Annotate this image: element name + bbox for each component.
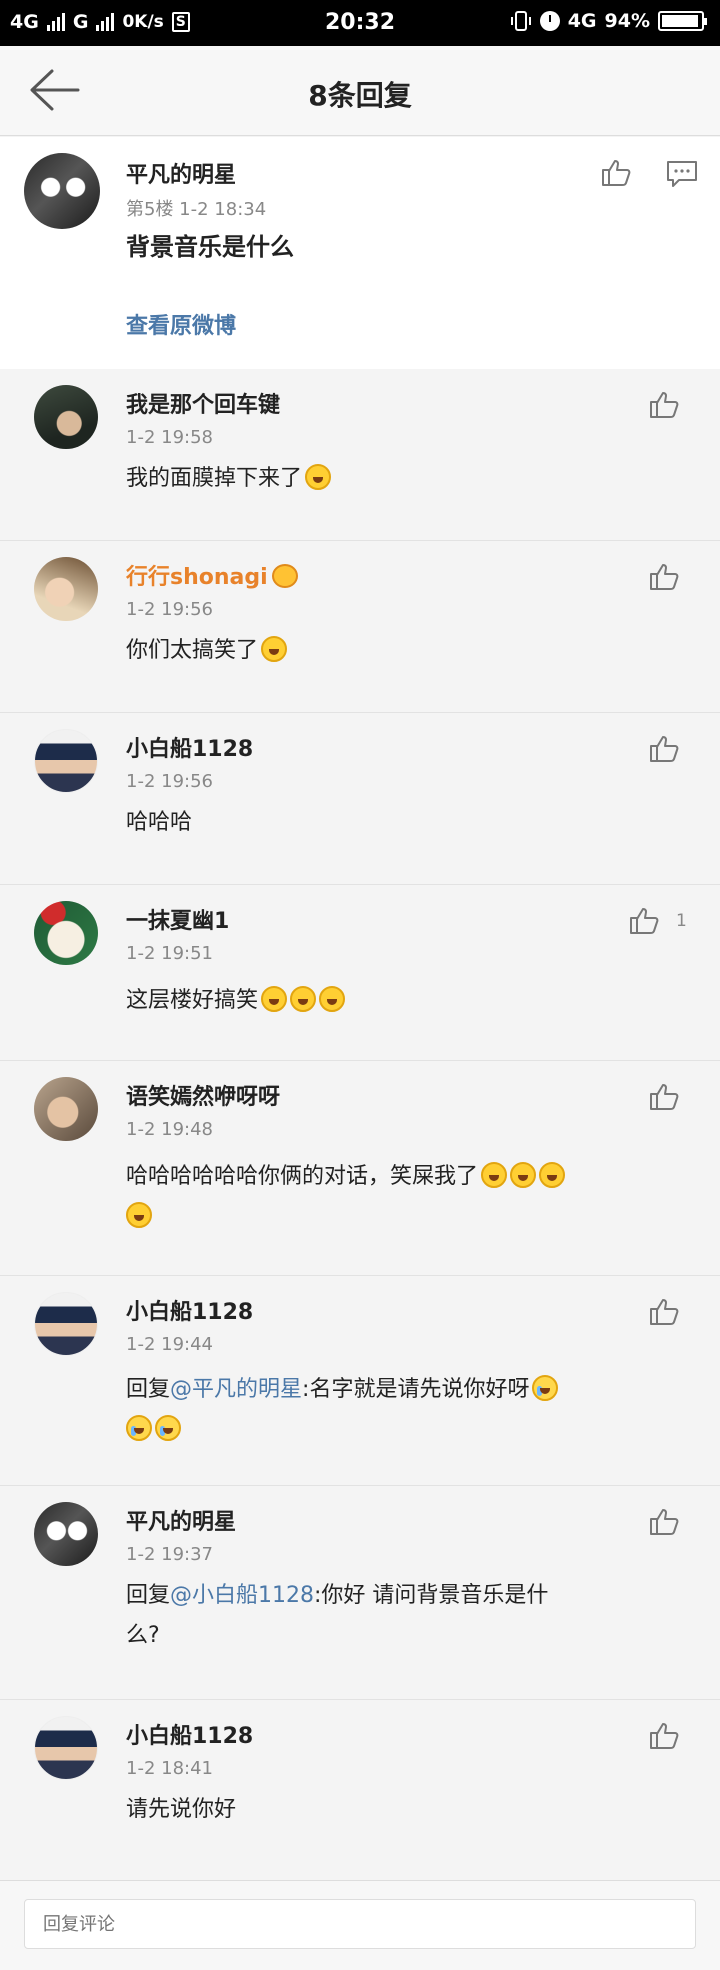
comment-text: 回复@平凡的明星:名字就是请先说你好呀: [126, 1370, 666, 1450]
thumbs-up-icon[interactable]: [628, 905, 660, 935]
battery-icon: [658, 11, 707, 31]
page-title: 8条回复: [308, 79, 412, 112]
comment-time: 1-2 19:37: [126, 1544, 213, 1565]
avatar[interactable]: [34, 901, 98, 965]
grinning-emoji-icon: [510, 1162, 537, 1188]
comment-body: :名字就是请先说你好呀: [302, 1377, 530, 1402]
view-original-weibo-link[interactable]: 查看原微博: [126, 308, 236, 340]
grinning-emoji-icon: [261, 986, 288, 1012]
reply-item: 行行shonagi 1-2 19:56 你们太搞笑了: [0, 541, 720, 713]
commenter-name[interactable]: 语笑嫣然咿呀呀: [126, 1079, 280, 1111]
comment-text: 回复@小白船1128:你好 请问背景音乐是什么?: [126, 1576, 666, 1656]
alarm-icon: [539, 11, 560, 31]
commenter-name[interactable]: 小白船1128: [126, 1294, 253, 1326]
comment-time: 1-2 19:48: [126, 1119, 213, 1140]
reply-prefix: 回复: [126, 1583, 171, 1608]
original-comment: 平凡的明星 第5楼 1-2 18:34 背景音乐是什么 查看原微博: [0, 137, 720, 369]
comment-time: 1-2 19:58: [126, 427, 213, 448]
commenter-name[interactable]: 一抹夏幽1: [126, 903, 229, 935]
thumbs-up-icon[interactable]: [648, 1506, 680, 1536]
grinning-emoji-icon: [539, 1162, 566, 1188]
reply-item: 小白船1128 1-2 19:44 回复@平凡的明星:名字就是请先说你好呀: [0, 1276, 720, 1486]
commenter-name[interactable]: 行行shonagi: [126, 559, 298, 591]
grinning-emoji-icon: [319, 986, 346, 1012]
reply-item: 平凡的明星 1-2 19:37 回复@小白船1128:你好 请问背景音乐是什么?: [0, 1486, 720, 1700]
laughing-emoji-icon: [261, 636, 288, 662]
thumbs-up-icon[interactable]: [648, 1296, 680, 1326]
vip-crown-icon: [271, 564, 298, 588]
grinning-emoji-icon: [126, 1202, 152, 1228]
avatar[interactable]: [34, 1077, 98, 1141]
floor-and-time: 第5楼 1-2 18:34: [126, 199, 267, 220]
commenter-name[interactable]: 我是那个回车键: [126, 387, 280, 419]
comment-time: 1-2 18:41: [126, 1758, 213, 1779]
header: 8条回复: [0, 46, 720, 136]
comment-body: 哈哈哈哈哈哈你俩的对话，笑屎我了: [126, 1164, 479, 1189]
commenter-name[interactable]: 平凡的明星: [126, 1504, 236, 1536]
avatar[interactable]: [34, 729, 98, 793]
comment-body: :你好 请问背景音乐是什: [314, 1583, 549, 1608]
comment-time: 1-2 19:56: [126, 771, 213, 792]
comment-time: 1-2 19:51: [126, 943, 213, 964]
avatar[interactable]: [34, 1716, 98, 1780]
comment-time: 1-2 19:56: [126, 599, 213, 620]
comment-text: 你们太搞笑了: [126, 631, 288, 671]
comment-time: 1-2 19:44: [126, 1334, 213, 1355]
bottom-bar: [0, 1880, 720, 1970]
reply-prefix: 回复: [126, 1377, 171, 1402]
comment-text: 这层楼好搞笑: [126, 981, 346, 1021]
commenter-name[interactable]: 小白船1128: [126, 1718, 253, 1750]
status-bar: 4G G 0K/s S 20:32 4G 94%: [0, 0, 720, 46]
thumbs-up-icon[interactable]: [600, 157, 632, 187]
comment-body-continued: 么?: [126, 1623, 160, 1648]
comment-text: 哈哈哈: [126, 810, 193, 835]
mention-link[interactable]: @小白船1128: [170, 1583, 314, 1608]
network-type-4g-right: 4G: [567, 10, 597, 32]
reply-item: 语笑嫣然咿呀呀 1-2 19:48 哈哈哈哈哈哈你俩的对话，笑屎我了: [0, 1061, 720, 1276]
comment-body: 我的面膜掉下来了: [126, 466, 303, 491]
battery-fill: [662, 15, 698, 27]
battery-percent: 94%: [604, 10, 650, 32]
crying-emoji-icon: [155, 1415, 181, 1441]
reply-item: 我是那个回车键 1-2 19:58 我的面膜掉下来了: [0, 369, 720, 541]
crying-emoji-icon: [532, 1375, 559, 1401]
comment-body: 你们太搞笑了: [126, 638, 259, 663]
commenter-name[interactable]: 平凡的明星: [126, 157, 236, 189]
thumbs-up-icon[interactable]: [648, 733, 680, 763]
reply-comment-input[interactable]: [24, 1899, 696, 1949]
comment-body: 这层楼好搞笑: [126, 988, 259, 1013]
laughing-emoji-icon: [305, 464, 332, 490]
comment-text: 哈哈哈哈哈哈你俩的对话，笑屎我了: [126, 1157, 686, 1237]
vibrate-icon: [510, 11, 531, 31]
grinning-emoji-icon: [290, 986, 317, 1012]
thumbs-up-icon[interactable]: [648, 561, 680, 591]
avatar[interactable]: [34, 385, 98, 449]
comment-icon[interactable]: [666, 159, 698, 189]
thumbs-up-icon[interactable]: [648, 389, 680, 419]
avatar[interactable]: [34, 1292, 98, 1356]
avatar[interactable]: [24, 153, 100, 229]
reply-item: 小白船1128 1-2 19:56 哈哈哈: [0, 713, 720, 885]
crying-emoji-icon: [126, 1415, 152, 1441]
avatar[interactable]: [34, 557, 98, 621]
mention-link[interactable]: @平凡的明星: [170, 1377, 302, 1402]
commenter-name[interactable]: 小白船1128: [126, 731, 253, 763]
comment-text: 请先说你好: [126, 1797, 237, 1822]
thumbs-up-icon[interactable]: [648, 1081, 680, 1111]
reply-item: 小白船1128 1-2 18:41 请先说你好: [0, 1700, 720, 1880]
comment-text: 背景音乐是什么: [126, 233, 294, 261]
comment-text: 我的面膜掉下来了: [126, 459, 332, 499]
commenter-name-text: 行行shonagi: [126, 565, 268, 590]
avatar[interactable]: [34, 1502, 98, 1566]
like-count: 1: [676, 911, 687, 931]
thumbs-up-icon[interactable]: [648, 1720, 680, 1750]
reply-item: 一抹夏幽1 1-2 19:51 这层楼好搞笑 1: [0, 885, 720, 1061]
grinning-emoji-icon: [481, 1162, 508, 1188]
